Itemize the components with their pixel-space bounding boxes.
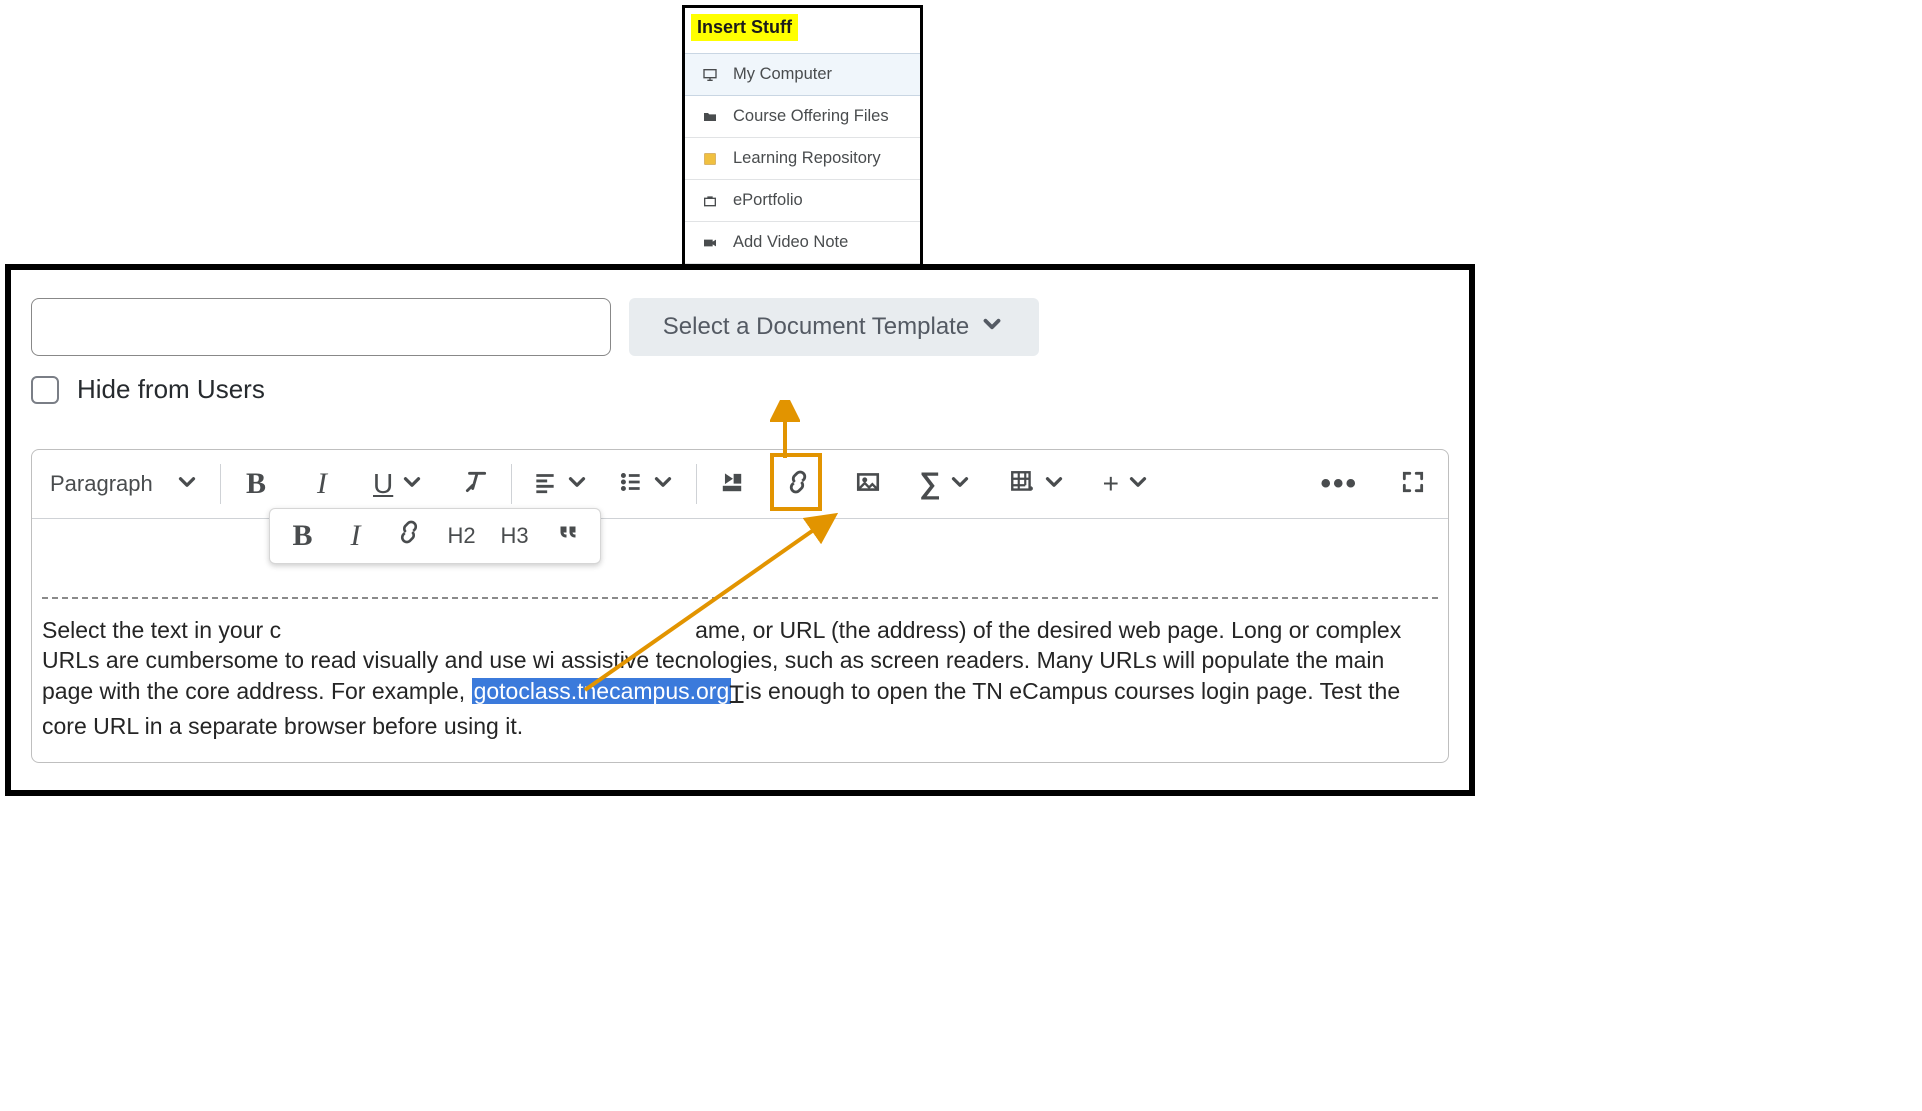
chevron-down-icon	[564, 469, 590, 500]
add-button[interactable]: +	[1097, 463, 1157, 505]
dashed-divider	[42, 597, 1438, 599]
list-button[interactable]	[612, 463, 682, 505]
video-icon	[701, 234, 719, 252]
popup-item-label: My Computer	[733, 65, 832, 84]
mini-quote-button[interactable]	[547, 515, 589, 557]
link-button-highlight	[770, 453, 822, 511]
separator	[682, 450, 711, 518]
link-icon	[396, 519, 422, 552]
body-text: i assistive tec	[550, 647, 687, 673]
title-input[interactable]	[31, 298, 611, 356]
italic-icon: I	[317, 467, 327, 501]
bold-icon: B	[292, 516, 312, 556]
hide-label: Hide from Users	[77, 374, 265, 405]
chevron-down-icon	[979, 311, 1005, 344]
sigma-icon: ∑	[919, 467, 940, 501]
fullscreen-icon	[1400, 469, 1426, 500]
plus-icon: +	[1103, 468, 1119, 500]
italic-icon: I	[351, 516, 361, 556]
clear-format-button[interactable]	[455, 463, 497, 505]
mini-h3-button[interactable]: H3	[494, 515, 536, 557]
mini-h2-button[interactable]: H2	[441, 515, 483, 557]
separator	[206, 450, 235, 518]
underline-icon: U	[373, 468, 393, 500]
image-button[interactable]	[847, 463, 889, 505]
fullscreen-button[interactable]	[1392, 463, 1434, 505]
quote-icon	[556, 520, 580, 551]
insert-item-learning-repo[interactable]: Learning Repository	[685, 138, 920, 180]
insert-item-add-video[interactable]: Add Video Note	[685, 222, 920, 264]
insert-item-my-computer[interactable]: My Computer	[685, 53, 920, 96]
floating-mini-toolbar: B I H2 H3	[269, 508, 601, 564]
briefcase-icon	[701, 192, 719, 210]
select-template-label: Select a Document Template	[663, 313, 969, 341]
popup-item-label: ePortfolio	[733, 191, 803, 210]
underline-button[interactable]: U	[367, 463, 431, 505]
repository-icon	[701, 150, 719, 168]
chevron-down-icon	[399, 469, 425, 500]
popup-item-label: Learning Repository	[733, 149, 881, 168]
body-paragraph: Select the text in your cxxxxxxxxxxxxxxx…	[42, 615, 1438, 742]
align-button[interactable]	[526, 463, 596, 505]
bold-icon: B	[246, 467, 266, 501]
paragraph-label: Paragraph	[50, 471, 153, 497]
rte-container: Paragraph B I U	[31, 449, 1449, 763]
bold-button[interactable]: B	[235, 463, 277, 505]
popup-item-label: Add Video Note	[733, 233, 848, 252]
more-button[interactable]: •••	[1314, 463, 1364, 505]
insert-stuff-icon	[719, 469, 745, 500]
popup-item-label: Course Offering Files	[733, 107, 889, 126]
insert-stuff-button[interactable]	[711, 463, 753, 505]
clear-format-icon	[463, 469, 489, 500]
italic-button[interactable]: I	[301, 463, 343, 505]
mini-bold-button[interactable]: B	[282, 515, 324, 557]
chevron-down-icon	[947, 469, 973, 500]
select-template-button[interactable]: Select a Document Template	[629, 298, 1039, 356]
list-icon	[618, 469, 644, 500]
hide-checkbox[interactable]	[31, 376, 59, 404]
top-row: Select a Document Template	[11, 270, 1469, 368]
chevron-down-icon	[1125, 469, 1151, 500]
editor-body[interactable]: Select the text in your cxxxxxxxxxxxxxxx…	[32, 519, 1448, 762]
selected-url-text[interactable]: gotoclass.tnecampus.org	[472, 678, 732, 704]
mini-link-button[interactable]	[388, 515, 430, 557]
insert-item-eportfolio[interactable]: ePortfolio	[685, 180, 920, 222]
hide-from-users-row: Hide from Users	[11, 368, 1469, 417]
align-icon	[532, 469, 558, 500]
chevron-down-icon	[650, 469, 676, 500]
body-text: Select the text in your c	[42, 617, 281, 643]
h2-label: H2	[447, 521, 475, 550]
h3-label: H3	[500, 521, 528, 550]
editor-panel: Select a Document Template Hide from Use…	[5, 264, 1475, 796]
paragraph-format-button[interactable]: Paragraph	[46, 463, 206, 505]
insert-item-course-files[interactable]: Course Offering Files	[685, 96, 920, 138]
mini-italic-button[interactable]: I	[335, 515, 377, 557]
ellipsis-icon: •••	[1320, 467, 1358, 501]
folder-icon	[701, 108, 719, 126]
chevron-down-icon	[174, 469, 200, 500]
popup-title: Insert Stuff	[691, 14, 798, 41]
table-button[interactable]	[1003, 463, 1073, 505]
image-icon	[855, 469, 881, 500]
equation-button[interactable]: ∑	[913, 463, 978, 505]
rte-toolbar: Paragraph B I U	[32, 450, 1448, 518]
toolbar-right: •••	[1314, 463, 1434, 505]
text-cursor-icon: Ꮖ	[729, 680, 745, 712]
chevron-down-icon	[1041, 469, 1067, 500]
table-icon	[1009, 469, 1035, 500]
monitor-icon	[701, 66, 719, 84]
insert-link-button[interactable]	[777, 463, 819, 505]
